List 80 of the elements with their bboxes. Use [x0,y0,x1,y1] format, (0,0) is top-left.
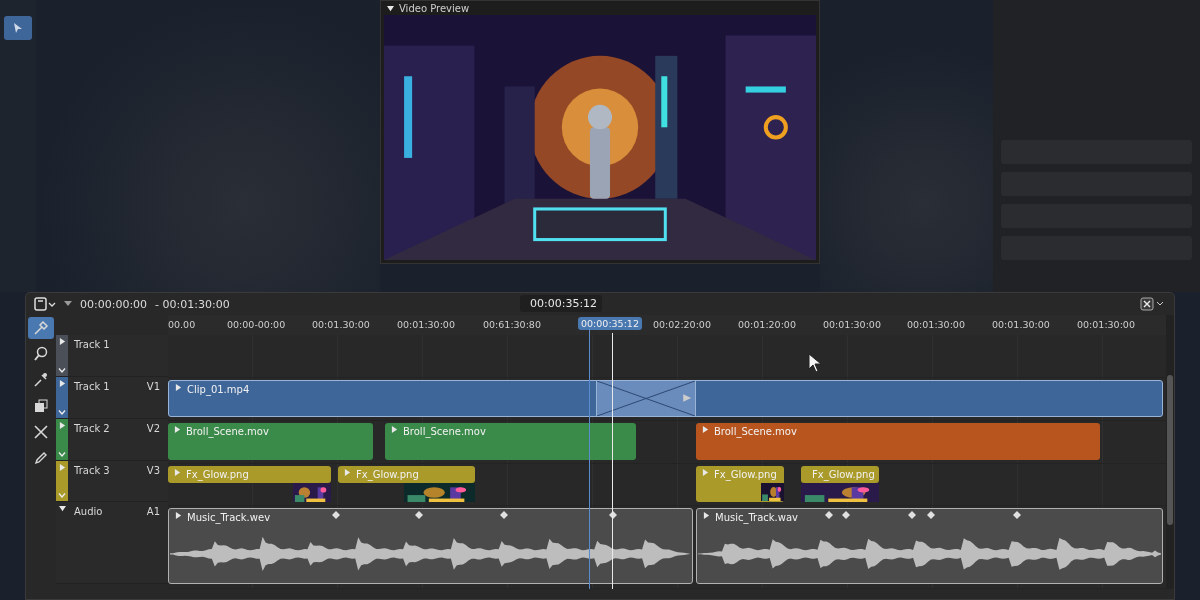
clip-name: Fx_Glow.png [356,469,419,480]
clip-name: Clip_01.mp4 [187,384,250,395]
select-tool-button[interactable] [4,16,32,40]
video-clip[interactable]: Broll_Scene.mov [696,423,1100,460]
ruler-label: 00:00-00:00 [227,319,286,330]
keyframe-icon[interactable] [908,511,916,519]
range-start: 00:00:00:00 [80,297,148,311]
search-icon [33,346,49,362]
audio-clip[interactable]: Music_Track.wav [696,508,1163,584]
clipboard-icon[interactable] [34,297,56,311]
eyedropper-icon [33,320,49,336]
range-end: - 00:01:30:00 [155,297,230,311]
video-clip[interactable]: Fx_Glow.png [168,466,331,483]
video-clip[interactable]: Fx_Glow.png [338,466,475,483]
ruler-label: 00:01:30:00 [397,319,455,330]
track-name: Track 1 [73,338,111,352]
ruler-label: 00:02:20:00 [653,319,711,330]
keyframe-icon[interactable] [842,511,850,519]
expand-icon[interactable] [703,512,710,519]
video-clip[interactable]: Fx_Glow.png [801,466,879,483]
expand-icon[interactable] [58,380,66,387]
ruler-label: 00:01:30:00 [1077,319,1135,330]
audio-clip[interactable]: Music_Track.wev [168,508,693,584]
video-clip[interactable]: Clip_01.mp4 [168,380,1163,417]
expand-icon[interactable] [702,426,709,433]
clip-name: Fx_Glow.png [186,469,249,480]
video-clip[interactable]: Fx_Glow.png [696,466,784,502]
track-name: Track 2 [73,422,111,436]
ruler-label: 00:01.30:00 [992,319,1050,330]
clip-name: Broll_Scene.mov [186,426,269,437]
picker-icon [33,372,49,388]
expand-icon[interactable] [58,422,66,429]
track-name: Track 3 [73,464,111,478]
scissors-icon [33,424,49,440]
clip-name: Music_Track.wev [187,512,271,523]
mouse-pointer-icon [808,353,822,373]
box-select-icon [33,398,49,414]
channel-label: A1 [146,505,161,519]
playhead-badge[interactable]: 00:00:35:12 [578,317,642,330]
collapse-icon[interactable] [387,4,394,12]
window-title: Video Preview [399,2,470,14]
scrollbar[interactable] [1167,375,1173,525]
chevron-icon[interactable] [58,452,66,457]
keyframe-icon[interactable] [825,511,833,519]
current-time-field[interactable]: 00:00:35:12 [520,295,602,312]
channel-label: V1 [146,380,161,394]
ruler-label: 00:01:30:00 [823,319,881,330]
expand-icon[interactable] [391,426,398,433]
keyframe-icon[interactable] [332,511,340,519]
chevron-icon[interactable] [58,410,66,415]
clip-name: Broll_Scene.mov [403,426,486,437]
chevron-icon[interactable] [58,368,66,373]
pencil-icon [33,450,49,466]
expand-icon[interactable] [175,512,182,519]
ruler-label: 00:01.30:00 [312,319,370,330]
clip-name: Music_Track.wav [715,512,799,523]
clip-name: Fx_Glow.png [714,469,777,480]
keyframe-icon[interactable] [1013,511,1021,519]
track-name: Track 1 [73,380,111,394]
cursor-icon [13,22,23,34]
collapse-icon[interactable] [58,505,66,512]
channel-label: V2 [146,422,161,436]
channel-label: V3 [146,464,161,478]
keyframe-icon[interactable] [500,511,508,519]
clip-name: Broll_Scene.mov [714,426,797,437]
clip-name: Fx_Glow.png [812,469,875,480]
keyframe-icon[interactable] [415,511,423,519]
video-clip[interactable]: Broll_Scene.mov [385,423,636,460]
ruler-label: 00.00 [168,319,196,330]
expand-icon[interactable] [174,426,181,433]
ruler-label: 00:01:20:00 [738,319,796,330]
ruler-label: 00:01:30:00 [907,319,965,330]
dropdown-icon[interactable] [64,301,72,307]
transition-drawing[interactable] [596,380,696,417]
track-name: Audio [73,505,104,519]
video-clip[interactable]: Broll_Scene.mov [168,423,373,460]
ruler-label: 00:61:30:80 [483,319,541,330]
expand-icon[interactable] [175,384,182,391]
expand-icon[interactable] [58,338,66,345]
keyframe-icon[interactable] [927,511,935,519]
